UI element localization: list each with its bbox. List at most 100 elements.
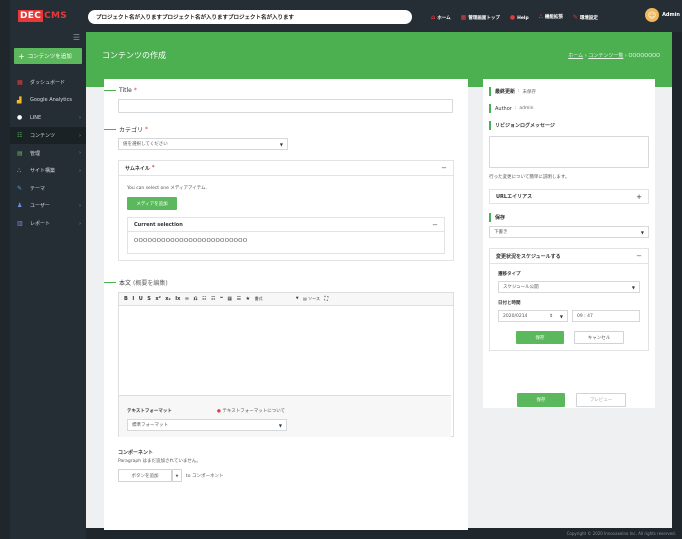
- blockquote-icon[interactable]: ❝: [220, 296, 223, 302]
- component-note: Paragraph はまだ追加されていません。: [118, 459, 201, 464]
- time-input[interactable]: 09 : 47: [572, 310, 640, 322]
- format-dropdown[interactable]: 書式 ▼: [255, 296, 299, 302]
- image-icon[interactable]: ▦: [227, 296, 232, 302]
- last-updated-colon: :: [518, 89, 520, 94]
- expand-icon: +: [636, 192, 642, 201]
- hamburger-icon[interactable]: ☰: [73, 33, 80, 42]
- top-link-help-label: Help: [517, 15, 529, 21]
- add-content-button[interactable]: + コンテンツを追加: [14, 48, 82, 64]
- schedule-save-button[interactable]: 保存: [516, 331, 564, 344]
- date-input[interactable]: 2020/0214 ⇕ ▼: [498, 310, 568, 322]
- link-icon[interactable]: ∞: [185, 296, 189, 302]
- category-select-value: 値を選択してください: [123, 142, 168, 147]
- topbar: プロジェクト名が入りますプロジェクト名が入りますプロジェクト名が入ります ⌂ ホー…: [86, 0, 682, 32]
- transition-select[interactable]: スケジュール公開 ▼: [498, 281, 640, 293]
- breadcrumb-sep: ›: [584, 53, 587, 59]
- plus-icon: +: [18, 51, 25, 61]
- required-mark: *: [133, 87, 137, 94]
- stepper-icon[interactable]: ⇕: [549, 314, 553, 319]
- italic-button[interactable]: I: [132, 296, 134, 302]
- required-mark: *: [145, 126, 149, 133]
- source-button[interactable]: ▤ ソース: [303, 296, 320, 302]
- author: Author: admin: [489, 104, 533, 113]
- line-icon: ●: [17, 114, 23, 122]
- collapse-icon[interactable]: −: [441, 164, 447, 172]
- current-selection-header[interactable]: Current selection −: [128, 218, 444, 232]
- top-link-admin-top-label: 管理画面トップ: [468, 15, 500, 21]
- sidebar-item-report[interactable]: ▥ レポート ›: [10, 215, 86, 233]
- chevron-down-icon: ▼: [278, 422, 282, 428]
- sidebar-item-label: サイト構築: [30, 168, 56, 175]
- date-value: 2020/0214: [503, 313, 528, 319]
- top-link-admin-top[interactable]: ▦ 管理画面トップ: [461, 14, 500, 21]
- breadcrumb: ホーム › コンテンツ一覧 › OOOOOOOO: [568, 52, 660, 59]
- editor-content[interactable]: [119, 306, 453, 394]
- sidebar-item-line[interactable]: ● LINE ›: [10, 109, 86, 127]
- brand-logo[interactable]: DEC CMS: [10, 0, 86, 32]
- sidebar-item-analytics[interactable]: ▟ Google Analytics: [10, 92, 86, 110]
- subscript-button[interactable]: x₂: [165, 296, 170, 302]
- sidebar-item-label: コンテンツ: [30, 133, 56, 140]
- sidebar-item-theme[interactable]: ✎ テーマ: [10, 180, 86, 198]
- body-label: 本文 (概要を編集): [104, 278, 168, 287]
- remove-format-button[interactable]: Ix: [175, 296, 180, 302]
- sidebar-item-site[interactable]: ⛬ サイト構築 ›: [10, 162, 86, 180]
- preview-button[interactable]: プレビュー: [576, 393, 626, 407]
- project-name-field[interactable]: プロジェクト名が入りますプロジェクト名が入りますプロジェクト名が入ります: [88, 10, 412, 24]
- superscript-button[interactable]: x²: [155, 296, 160, 302]
- sidebar-item-admin[interactable]: ▤ 管理 ›: [10, 144, 86, 162]
- breadcrumb-home[interactable]: ホーム: [568, 53, 583, 59]
- admin-menu[interactable]: ☺ Admin: [645, 8, 680, 22]
- body-edit-link[interactable]: (概要を編集): [133, 278, 168, 287]
- collapse-icon[interactable]: −: [636, 252, 642, 260]
- top-link-extensions[interactable]: ⛬ 機能拡張: [539, 13, 563, 21]
- chevron-down-icon[interactable]: ▼: [172, 469, 182, 482]
- sidebar-item-label: テーマ: [30, 185, 46, 192]
- category-select[interactable]: 値を選択してください ▼: [118, 138, 288, 150]
- sidebar-item-label: ユーザー: [30, 203, 50, 210]
- url-alias-toggle[interactable]: URLエイリアス +: [489, 189, 649, 204]
- add-component-button[interactable]: ボタンを追加: [118, 469, 172, 482]
- last-updated-value: 未保存: [522, 89, 537, 95]
- chevron-down-icon: ▼: [640, 229, 644, 235]
- title-input[interactable]: [118, 99, 453, 113]
- bulleted-list-icon[interactable]: ☷: [202, 296, 206, 302]
- sidebar-item-content[interactable]: ☷ コンテンツ ›: [10, 126, 86, 145]
- save-state-select[interactable]: 下書き ▼: [489, 226, 649, 238]
- revision-textarea[interactable]: [489, 136, 649, 168]
- text-format-select[interactable]: 標準フォーマット ▼: [127, 419, 287, 431]
- sidebar-item-dashboard[interactable]: ▦ ダッシュボード: [10, 74, 86, 92]
- top-links: ⌂ ホーム ▦ 管理画面トップ ● Help ⛬ 機能拡張 ✎ 環境設定: [431, 13, 598, 21]
- schedule-header[interactable]: 変更状況をスケジュールする −: [490, 249, 648, 264]
- main-area: コンテンツの作成 ホーム › コンテンツ一覧 › OOOOOOOO Title *…: [86, 32, 672, 530]
- breadcrumb-list[interactable]: コンテンツ一覧: [588, 53, 623, 59]
- bold-button[interactable]: B: [124, 296, 128, 302]
- top-link-help[interactable]: ● Help: [510, 14, 529, 21]
- underline-button[interactable]: U: [139, 296, 143, 302]
- editor-toolbar: B I U S x² x₂ Ix ∞ ⎌ ☷ ☶ ❝ ▦ ☰ ★ 書式 ▼ ▤ ソ…: [119, 293, 453, 306]
- sidebar-item-user[interactable]: ♟ ユーザー ›: [10, 197, 86, 215]
- top-link-settings[interactable]: ✎ 環境設定: [573, 14, 598, 21]
- table-icon[interactable]: ☰: [237, 296, 241, 302]
- add-media-button[interactable]: メディアを追加: [127, 197, 177, 210]
- author-label: Author: [495, 105, 512, 112]
- body-label-text: 本文: [119, 280, 132, 287]
- numbered-list-icon[interactable]: ☶: [211, 296, 215, 302]
- datetime-label: 日付と時間: [498, 301, 521, 306]
- text-format-help[interactable]: ● テキストフォーマットについて: [217, 408, 285, 414]
- last-updated: 最終更新: 未保存: [489, 87, 536, 96]
- brand-part2: CMS: [44, 11, 68, 21]
- thumbnail-header[interactable]: サムネイル * −: [119, 161, 453, 176]
- star-icon[interactable]: ★: [246, 296, 250, 302]
- save-button[interactable]: 保存: [517, 393, 565, 407]
- top-link-home[interactable]: ⌂ ホーム: [431, 14, 451, 21]
- schedule-heading: 変更状況をスケジュールする: [496, 253, 561, 260]
- schedule-cancel-button[interactable]: キャンセル: [574, 331, 624, 344]
- admin-icon: ▤: [17, 149, 23, 157]
- copyright: Copyright © 2020 Innovaxelno Inc. All ri…: [566, 531, 676, 536]
- maximize-icon[interactable]: ⛶: [324, 296, 328, 302]
- time-value: 09 : 47: [577, 313, 593, 319]
- collapse-icon[interactable]: −: [432, 221, 438, 229]
- strike-button[interactable]: S: [147, 296, 151, 302]
- unlink-icon[interactable]: ⎌: [193, 296, 197, 302]
